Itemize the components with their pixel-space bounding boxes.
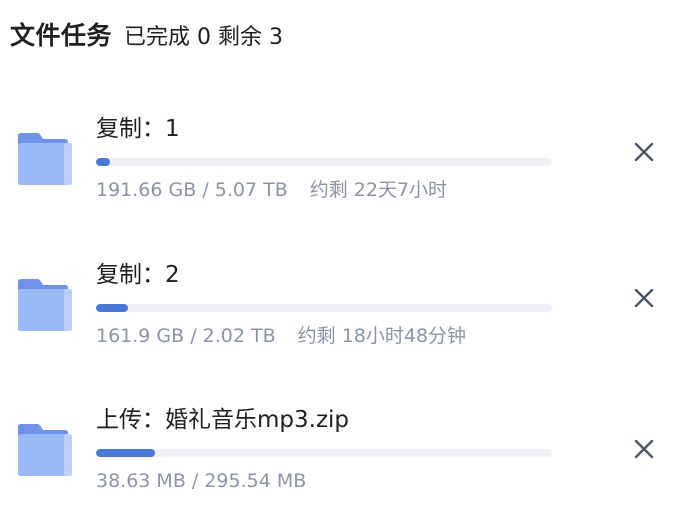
task-meta: 161.9 GB / 2.02 TB 约剩 18小时48分钟 [96, 324, 466, 348]
cancel-task-button[interactable] [626, 134, 662, 170]
task-meta: 38.63 MB / 295.54 MB [96, 469, 306, 493]
task-name: 复制：2 [96, 262, 180, 288]
task-remaining: 约剩 22天7小时 [309, 179, 448, 201]
task-size: 38.63 MB / 295.54 MB [96, 470, 307, 492]
progress-fill [96, 158, 110, 166]
task-item: 复制：1 191.66 GB / 5.07 TB 约剩 22天7小时 [0, 108, 682, 208]
progress-bar [96, 449, 552, 457]
progress-fill [96, 304, 128, 312]
folder-icon [16, 421, 72, 477]
task-size: 191.66 GB / 5.07 TB [96, 179, 288, 201]
task-size: 161.9 GB / 2.02 TB [96, 325, 276, 347]
task-panel-header: 文件任务 已完成 0 剩余 3 [10, 16, 283, 50]
task-summary: 已完成 0 剩余 3 [124, 25, 283, 50]
task-item: 复制：2 161.9 GB / 2.02 TB 约剩 18小时48分钟 [0, 254, 682, 354]
task-remaining: 约剩 18小时48分钟 [297, 325, 467, 347]
task-meta: 191.66 GB / 5.07 TB 约剩 22天7小时 [96, 178, 447, 202]
cancel-task-button[interactable] [626, 431, 662, 467]
task-name: 复制：1 [96, 116, 180, 142]
cancel-task-button[interactable] [626, 280, 662, 316]
close-icon [634, 142, 654, 162]
task-item: 上传：婚礼音乐mp3.zip 38.63 MB / 295.54 MB [0, 399, 682, 499]
progress-fill [96, 449, 156, 457]
folder-icon [16, 130, 72, 186]
progress-bar [96, 158, 552, 166]
close-icon [634, 439, 654, 459]
task-name: 上传：婚礼音乐mp3.zip [96, 407, 350, 433]
close-icon [634, 288, 654, 308]
page-title: 文件任务 [10, 21, 113, 50]
progress-bar [96, 304, 552, 312]
folder-icon [16, 276, 72, 332]
